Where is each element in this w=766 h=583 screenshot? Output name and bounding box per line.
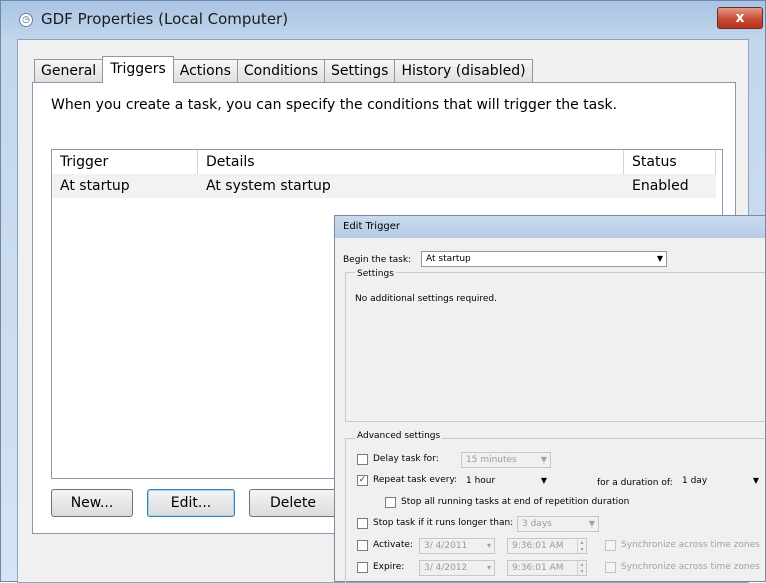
delay-label: Delay task for:: [373, 454, 439, 464]
activate-time-value: 9:36:01 AM: [512, 541, 564, 551]
settings-group-label: Settings: [355, 268, 396, 280]
column-header-status[interactable]: Status: [624, 150, 716, 174]
delay-checkbox[interactable]: [357, 454, 368, 465]
expire-time-field[interactable]: 9:36:01 AM ▴ ▾: [507, 560, 587, 576]
stop-longer-label: Stop task if it runs longer than:: [373, 518, 514, 528]
edit-button[interactable]: Edit...: [147, 489, 235, 517]
duration-label: for a duration of:: [597, 478, 673, 488]
expire-date-picker[interactable]: 3/ 4/2012 ▾: [419, 560, 495, 576]
stop-running-checkbox[interactable]: [385, 497, 396, 508]
duration-select[interactable]: 1 day ▼: [677, 473, 763, 489]
tab-conditions[interactable]: Conditions: [236, 59, 326, 82]
dropdown-arrow-icon: ▼: [540, 476, 547, 485]
row-trigger: At startup: [60, 178, 130, 194]
advanced-settings-label: Advanced settings: [355, 430, 443, 442]
calendar-dropdown-icon: ▾: [486, 541, 491, 550]
stop-longer-checkbox[interactable]: [357, 518, 368, 529]
calendar-dropdown-icon: ▾: [486, 563, 491, 572]
repeat-label: Repeat task every:: [373, 475, 458, 485]
task-clock-icon: ◷: [19, 13, 33, 27]
tab-general[interactable]: General: [34, 59, 104, 82]
expire-sync-label: Synchronize across time zones: [621, 562, 760, 572]
expire-date-value: 3/ 4/2012: [424, 563, 468, 573]
settings-note: No additional settings required.: [355, 294, 497, 304]
activate-checkbox[interactable]: [357, 540, 368, 551]
delay-value: 15 minutes: [466, 455, 517, 465]
activate-label: Activate:: [373, 540, 413, 550]
stop-running-label: Stop all running tasks at end of repetit…: [401, 497, 630, 507]
title-bar[interactable]: ◷ GDF Properties (Local Computer) x: [1, 1, 766, 39]
repeat-checkbox[interactable]: ✓: [357, 475, 368, 486]
dropdown-arrow-icon: ▼: [588, 519, 595, 528]
activate-date-picker[interactable]: 3/ 4/2011 ▾: [419, 538, 495, 554]
column-header-trigger[interactable]: Trigger: [52, 150, 198, 174]
checkmark-icon: ✓: [358, 475, 367, 485]
repeat-select[interactable]: 1 hour ▼: [461, 473, 551, 489]
tab-strip: General Triggers Actions Conditions Sett…: [34, 56, 533, 83]
begin-task-label: Begin the task:: [343, 255, 412, 265]
expire-label: Expire:: [373, 562, 405, 572]
dropdown-arrow-icon: ▼: [656, 254, 663, 263]
expire-sync-checkbox[interactable]: [605, 562, 616, 573]
dropdown-arrow-icon: ▼: [752, 476, 759, 485]
new-button[interactable]: New...: [51, 489, 133, 517]
stop-longer-value: 3 days: [522, 519, 552, 529]
delete-button[interactable]: Delete: [249, 489, 337, 517]
tab-triggers[interactable]: Triggers: [102, 56, 174, 83]
window-title: GDF Properties (Local Computer): [41, 10, 289, 28]
activate-sync-label: Synchronize across time zones: [621, 540, 760, 550]
edit-trigger-title[interactable]: Edit Trigger: [335, 216, 765, 238]
tab-history[interactable]: History (disabled): [394, 59, 533, 82]
edit-trigger-dialog: Edit Trigger Begin the task: At startup …: [334, 215, 766, 583]
time-spinner-icon[interactable]: ▴ ▾: [577, 539, 586, 553]
begin-task-value: At startup: [426, 254, 471, 264]
column-header-details[interactable]: Details: [198, 150, 624, 174]
row-status: Enabled: [632, 178, 689, 194]
table-row[interactable]: At startup At system startup Enabled: [52, 174, 716, 198]
time-spinner-icon[interactable]: ▴ ▾: [577, 561, 586, 575]
close-button[interactable]: x: [717, 7, 763, 29]
activate-date-value: 3/ 4/2011: [424, 541, 468, 551]
triggers-description: When you create a task, you can specify …: [51, 97, 618, 113]
tab-actions[interactable]: Actions: [172, 59, 238, 82]
begin-task-select[interactable]: At startup ▼: [421, 251, 667, 267]
row-details: At system startup: [206, 178, 331, 194]
stop-longer-select[interactable]: 3 days ▼: [517, 516, 599, 532]
repeat-value: 1 hour: [466, 476, 496, 486]
delay-select[interactable]: 15 minutes ▼: [461, 452, 551, 468]
activate-sync-checkbox[interactable]: [605, 540, 616, 551]
tab-settings[interactable]: Settings: [324, 59, 396, 82]
dropdown-arrow-icon: ▼: [540, 455, 547, 464]
activate-time-field[interactable]: 9:36:01 AM ▴ ▾: [507, 538, 587, 554]
expire-checkbox[interactable]: [357, 562, 368, 573]
expire-time-value: 9:36:01 AM: [512, 563, 564, 573]
duration-value: 1 day: [682, 476, 708, 486]
